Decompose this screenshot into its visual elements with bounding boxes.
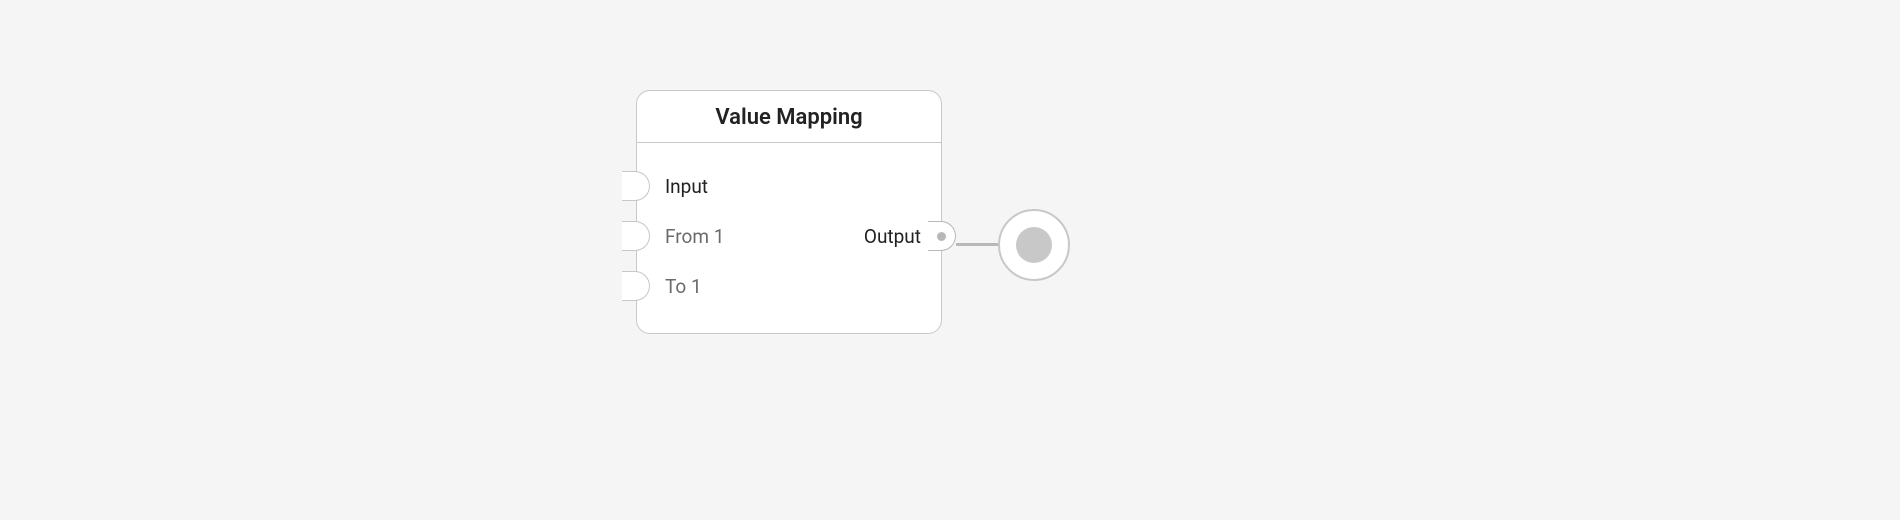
input-port-to-1[interactable]: [622, 271, 650, 301]
endpoint-dot-icon: [1016, 227, 1052, 263]
input-port-input[interactable]: [622, 171, 650, 201]
node-body: Input From 1 Output To 1: [637, 143, 941, 333]
port-row-to-1: To 1: [665, 261, 921, 311]
output-port-output[interactable]: [928, 221, 956, 251]
port-label-output: Output: [864, 225, 921, 248]
port-label-to-1: To 1: [665, 275, 921, 298]
port-row-from-1: From 1 Output: [665, 211, 921, 261]
input-port-from-1[interactable]: [622, 221, 650, 251]
port-label-input: Input: [665, 175, 921, 198]
port-row-input: Input: [665, 161, 921, 211]
output-port-dot-icon: [937, 232, 946, 241]
node-title: Value Mapping: [637, 91, 941, 143]
port-label-from-1: From 1: [665, 225, 864, 248]
output-endpoint[interactable]: [998, 209, 1070, 281]
value-mapping-node[interactable]: Value Mapping Input From 1 Output To 1: [636, 90, 942, 334]
